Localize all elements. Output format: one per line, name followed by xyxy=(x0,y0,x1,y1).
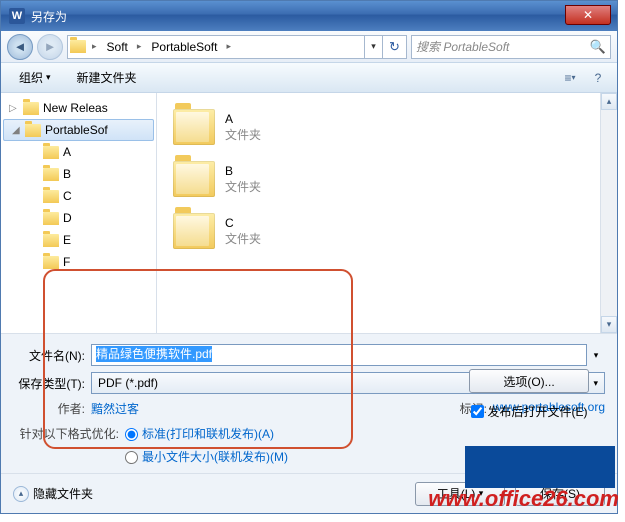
filename-dropdown[interactable]: ▾ xyxy=(587,344,605,366)
folder-icon xyxy=(43,168,59,181)
search-input[interactable]: 搜索 PortableSoft 🔍 xyxy=(411,35,611,59)
window-title: 另存为 xyxy=(31,8,565,25)
breadcrumb-dropdown[interactable]: ▾ xyxy=(364,36,382,58)
folder-icon xyxy=(23,102,39,115)
tree-item[interactable]: C xyxy=(1,185,156,207)
close-button[interactable]: ✕ xyxy=(565,5,611,25)
file-list[interactable]: A文件夹 B文件夹 C文件夹 ▴ ▾ xyxy=(157,93,617,333)
app-icon: W xyxy=(9,8,25,24)
folder-icon xyxy=(43,256,59,269)
optimize-label: 针对以下格式优化: xyxy=(13,425,125,465)
folder-icon xyxy=(173,213,215,249)
folder-icon xyxy=(43,146,59,159)
scroll-up-icon[interactable]: ▴ xyxy=(601,93,617,110)
radio-minimum[interactable]: 最小文件大小(联机发布)(M) xyxy=(125,448,288,465)
radio-standard[interactable]: 标准(打印和联机发布)(A) xyxy=(125,425,288,442)
list-item[interactable]: B文件夹 xyxy=(165,153,617,205)
chevron-right-icon[interactable]: ▸ xyxy=(133,41,146,52)
collapse-icon[interactable]: ◢ xyxy=(12,125,20,136)
hide-folders-button[interactable]: ▴隐藏文件夹 xyxy=(13,485,93,502)
folder-icon xyxy=(43,190,59,203)
expand-icon[interactable]: ▷ xyxy=(9,103,17,114)
folder-icon xyxy=(173,161,215,197)
new-folder-button[interactable]: 新建文件夹 xyxy=(67,66,147,89)
scrollbar[interactable]: ▴ ▾ xyxy=(600,93,617,333)
tree-item[interactable]: F xyxy=(1,251,156,273)
nav-bar: ◄ ► ▸ Soft ▸ PortableSoft ▸ ▾ ↻ 搜索 Porta… xyxy=(1,31,617,63)
chevron-right-icon[interactable]: ▸ xyxy=(222,41,235,52)
filetype-label: 保存类型(T): xyxy=(13,375,91,392)
list-item[interactable]: A文件夹 xyxy=(165,101,617,153)
forward-button[interactable]: ► xyxy=(37,34,63,60)
watermark: www.office26.com xyxy=(428,486,619,512)
folder-icon xyxy=(43,212,59,225)
tree-item[interactable]: D xyxy=(1,207,156,229)
filename-label: 文件名(N): xyxy=(13,347,91,364)
folder-icon xyxy=(43,234,59,247)
folder-tree[interactable]: ▷New Releas ◢PortableSof A B C D E F xyxy=(1,93,157,333)
search-placeholder: 搜索 PortableSoft xyxy=(416,38,590,55)
folder-icon xyxy=(25,124,41,137)
tree-item[interactable]: B xyxy=(1,163,156,185)
back-button[interactable]: ◄ xyxy=(7,34,33,60)
author-value[interactable]: 黯然过客 xyxy=(91,400,139,417)
chevron-up-icon: ▴ xyxy=(13,486,29,502)
refresh-button[interactable]: ↻ xyxy=(382,35,406,59)
breadcrumb-seg-portablesoft[interactable]: PortableSoft xyxy=(145,36,222,58)
view-button[interactable]: ≡ ▾ xyxy=(559,67,581,89)
search-icon[interactable]: 🔍 xyxy=(590,39,606,55)
tree-item[interactable]: ◢PortableSof xyxy=(3,119,154,141)
breadcrumb-seg-soft[interactable]: Soft xyxy=(101,36,133,58)
help-button[interactable]: ? xyxy=(587,67,609,89)
options-button[interactable]: 选项(O)... xyxy=(469,369,589,393)
author-label: 作者: xyxy=(13,400,91,417)
organize-button[interactable]: 组织▾ xyxy=(9,66,61,89)
title-bar: W 另存为 ✕ xyxy=(1,1,617,31)
filename-input[interactable]: 精品绿色便携软件.pdf xyxy=(91,344,587,366)
scroll-down-icon[interactable]: ▾ xyxy=(601,316,617,333)
list-item[interactable]: C文件夹 xyxy=(165,205,617,257)
toolbar: 组织▾ 新建文件夹 ≡ ▾ ? xyxy=(1,63,617,93)
folder-icon xyxy=(173,109,215,145)
chevron-right-icon[interactable]: ▸ xyxy=(88,41,101,52)
tree-item[interactable]: ▷New Releas xyxy=(1,97,156,119)
folder-icon xyxy=(68,40,88,53)
watermark-bg xyxy=(465,446,615,488)
tree-item[interactable]: A xyxy=(1,141,156,163)
tree-item[interactable]: E xyxy=(1,229,156,251)
open-after-checkbox[interactable]: 发布后打开文件(E) xyxy=(471,403,588,420)
breadcrumb[interactable]: ▸ Soft ▸ PortableSoft ▸ ▾ ↻ xyxy=(67,35,407,59)
